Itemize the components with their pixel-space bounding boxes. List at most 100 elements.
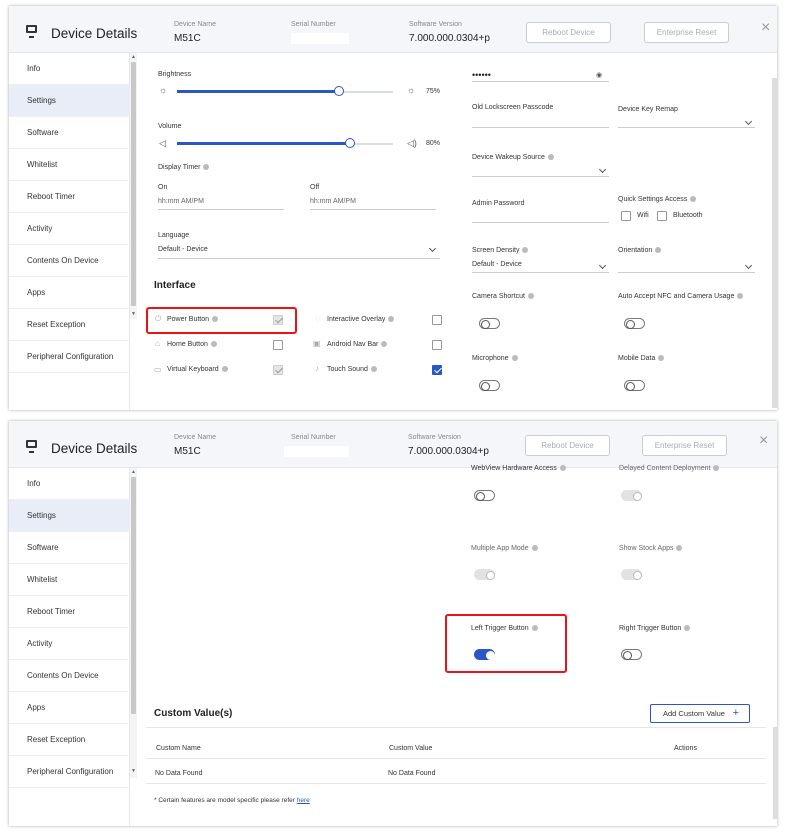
help-icon[interactable] (547, 154, 554, 161)
virtual-keyboard-checkbox[interactable] (273, 365, 283, 375)
help-icon[interactable] (690, 196, 697, 203)
sidebar-item-apps[interactable]: Apps (9, 277, 130, 309)
old-passcode-input[interactable] (472, 127, 609, 128)
help-icon[interactable] (684, 625, 691, 632)
sidebar-item-info[interactable]: Info (9, 53, 130, 85)
help-icon[interactable] (388, 316, 395, 323)
screen-density-select[interactable]: Default - Device (472, 261, 522, 268)
microphone-toggle[interactable] (479, 380, 500, 391)
wakeup-select[interactable] (472, 176, 609, 177)
chevron-down-icon[interactable] (744, 261, 753, 270)
multiple-app-mode-toggle[interactable] (474, 569, 495, 580)
show-stock-apps-label: Show Stock Apps (619, 545, 683, 552)
chevron-down-icon[interactable] (428, 244, 437, 253)
key-remap-select[interactable] (618, 127, 755, 128)
device-name-value: M51C (174, 33, 201, 44)
footnote-link[interactable]: here (297, 797, 310, 804)
wifi-checkbox[interactable] (621, 211, 631, 221)
close-icon[interactable]: × (761, 20, 770, 36)
sidebar-item-reset-exception[interactable]: Reset Exception (9, 724, 130, 756)
help-icon[interactable] (210, 341, 217, 348)
language-select[interactable]: Default - Device (158, 246, 208, 253)
admin-password-label: Admin Password (472, 200, 525, 207)
sidebar-scroll-thumb[interactable] (131, 62, 136, 306)
show-stock-apps-toggle[interactable] (621, 569, 642, 580)
sidebar-item-apps[interactable]: Apps (9, 692, 130, 724)
scroll-down-icon[interactable]: ▼ (131, 311, 136, 317)
software-version-value: 7.000.000.0304+p (408, 446, 489, 457)
add-custom-value-button[interactable]: Add Custom Value + (650, 704, 750, 723)
touch-sound-checkbox[interactable] (432, 365, 442, 375)
help-icon[interactable] (527, 293, 534, 300)
android-nav-bar-checkbox[interactable] (432, 340, 442, 350)
help-icon[interactable] (370, 366, 377, 373)
sidebar-scrollbar[interactable]: ▲ ▼ (130, 53, 137, 319)
chevron-down-icon[interactable] (598, 165, 607, 174)
help-icon[interactable] (655, 247, 662, 254)
sidebar-item-software[interactable]: Software (9, 117, 130, 149)
webview-hardware-access-toggle[interactable] (474, 490, 495, 501)
help-icon[interactable] (676, 545, 683, 552)
help-icon[interactable] (522, 247, 529, 254)
bluetooth-checkbox[interactable] (657, 211, 667, 221)
scroll-up-icon[interactable]: ▲ (131, 54, 136, 60)
display-timer-on-label: On (158, 184, 168, 191)
volume-slider-handle[interactable] (345, 138, 355, 148)
sidebar-item-settings[interactable]: Settings (9, 500, 130, 532)
device-wakeup-label-text: Device Wakeup Source (472, 154, 545, 161)
help-icon[interactable] (737, 293, 744, 300)
help-icon[interactable] (511, 355, 518, 362)
home-button-checkbox[interactable] (273, 340, 283, 350)
brightness-slider-handle[interactable] (334, 86, 344, 96)
sidebar-item-whitelist[interactable]: Whitelist (9, 564, 130, 596)
display-timer-on-input[interactable]: hh:mm AM/PM (158, 198, 204, 205)
sidebar-item-settings[interactable]: Settings (9, 85, 130, 117)
enterprise-reset-button[interactable]: Enterprise Reset (644, 22, 729, 43)
camera-shortcut-toggle[interactable] (479, 318, 500, 329)
sidebar-item-reboot-timer[interactable]: Reboot Timer (9, 596, 130, 628)
sidebar-item-activity[interactable]: Activity (9, 628, 130, 660)
display-timer-off-input[interactable]: hh:mm AM/PM (310, 198, 356, 205)
sidebar-scrollbar[interactable]: ▲ ▼ (130, 468, 137, 778)
scroll-down-icon[interactable]: ▼ (131, 768, 136, 774)
sidebar-item-contents-on-device[interactable]: Contents On Device (9, 245, 130, 277)
help-icon[interactable] (381, 341, 388, 348)
close-icon[interactable]: × (759, 433, 768, 449)
chevron-down-icon[interactable] (744, 117, 753, 126)
eye-icon[interactable]: ◉ (596, 71, 602, 79)
password-field[interactable]: •••••• (472, 70, 491, 80)
sidebar-item-software[interactable]: Software (9, 532, 130, 564)
content-scrollbar[interactable] (772, 78, 777, 408)
help-icon[interactable] (559, 465, 566, 472)
reboot-device-button[interactable]: Reboot Device (525, 435, 610, 456)
delayed-content-deployment-toggle[interactable] (621, 490, 642, 501)
old-lockscreen-passcode-label: Old Lockscreen Passcode (472, 104, 554, 111)
help-icon[interactable] (203, 164, 210, 171)
enterprise-reset-button[interactable]: Enterprise Reset (642, 435, 727, 456)
help-icon[interactable] (221, 366, 228, 373)
sidebar-scroll-thumb[interactable] (131, 477, 136, 714)
sidebar-item-contents-on-device[interactable]: Contents On Device (9, 660, 130, 692)
admin-password-input[interactable] (472, 222, 609, 223)
sidebar-item-reboot-timer[interactable]: Reboot Timer (9, 181, 130, 213)
right-trigger-button-toggle[interactable] (621, 649, 642, 660)
reboot-device-button[interactable]: Reboot Device (526, 22, 611, 43)
scroll-up-icon[interactable]: ▲ (131, 469, 136, 475)
sidebar-item-activity[interactable]: Activity (9, 213, 130, 245)
orientation-select[interactable] (618, 272, 755, 273)
interactive-overlay-checkbox[interactable] (432, 315, 442, 325)
auto-accept-toggle[interactable] (624, 318, 645, 329)
help-icon[interactable] (658, 355, 665, 362)
chevron-down-icon[interactable] (598, 261, 607, 270)
sidebar-item-peripheral-configuration[interactable]: Peripheral Configuration (9, 341, 130, 373)
sidebar-item-info[interactable]: Info (9, 468, 130, 500)
help-icon[interactable] (531, 545, 538, 552)
screen-density-label: Screen Density (472, 247, 529, 254)
sidebar-item-peripheral-configuration[interactable]: Peripheral Configuration (9, 756, 130, 788)
sidebar-item-reset-exception[interactable]: Reset Exception (9, 309, 130, 341)
help-icon[interactable] (713, 465, 720, 472)
device-name-label: Device Name (174, 434, 217, 441)
sidebar-item-whitelist[interactable]: Whitelist (9, 149, 130, 181)
mobile-data-toggle[interactable] (624, 380, 645, 391)
content-scrollbar[interactable] (773, 727, 777, 819)
